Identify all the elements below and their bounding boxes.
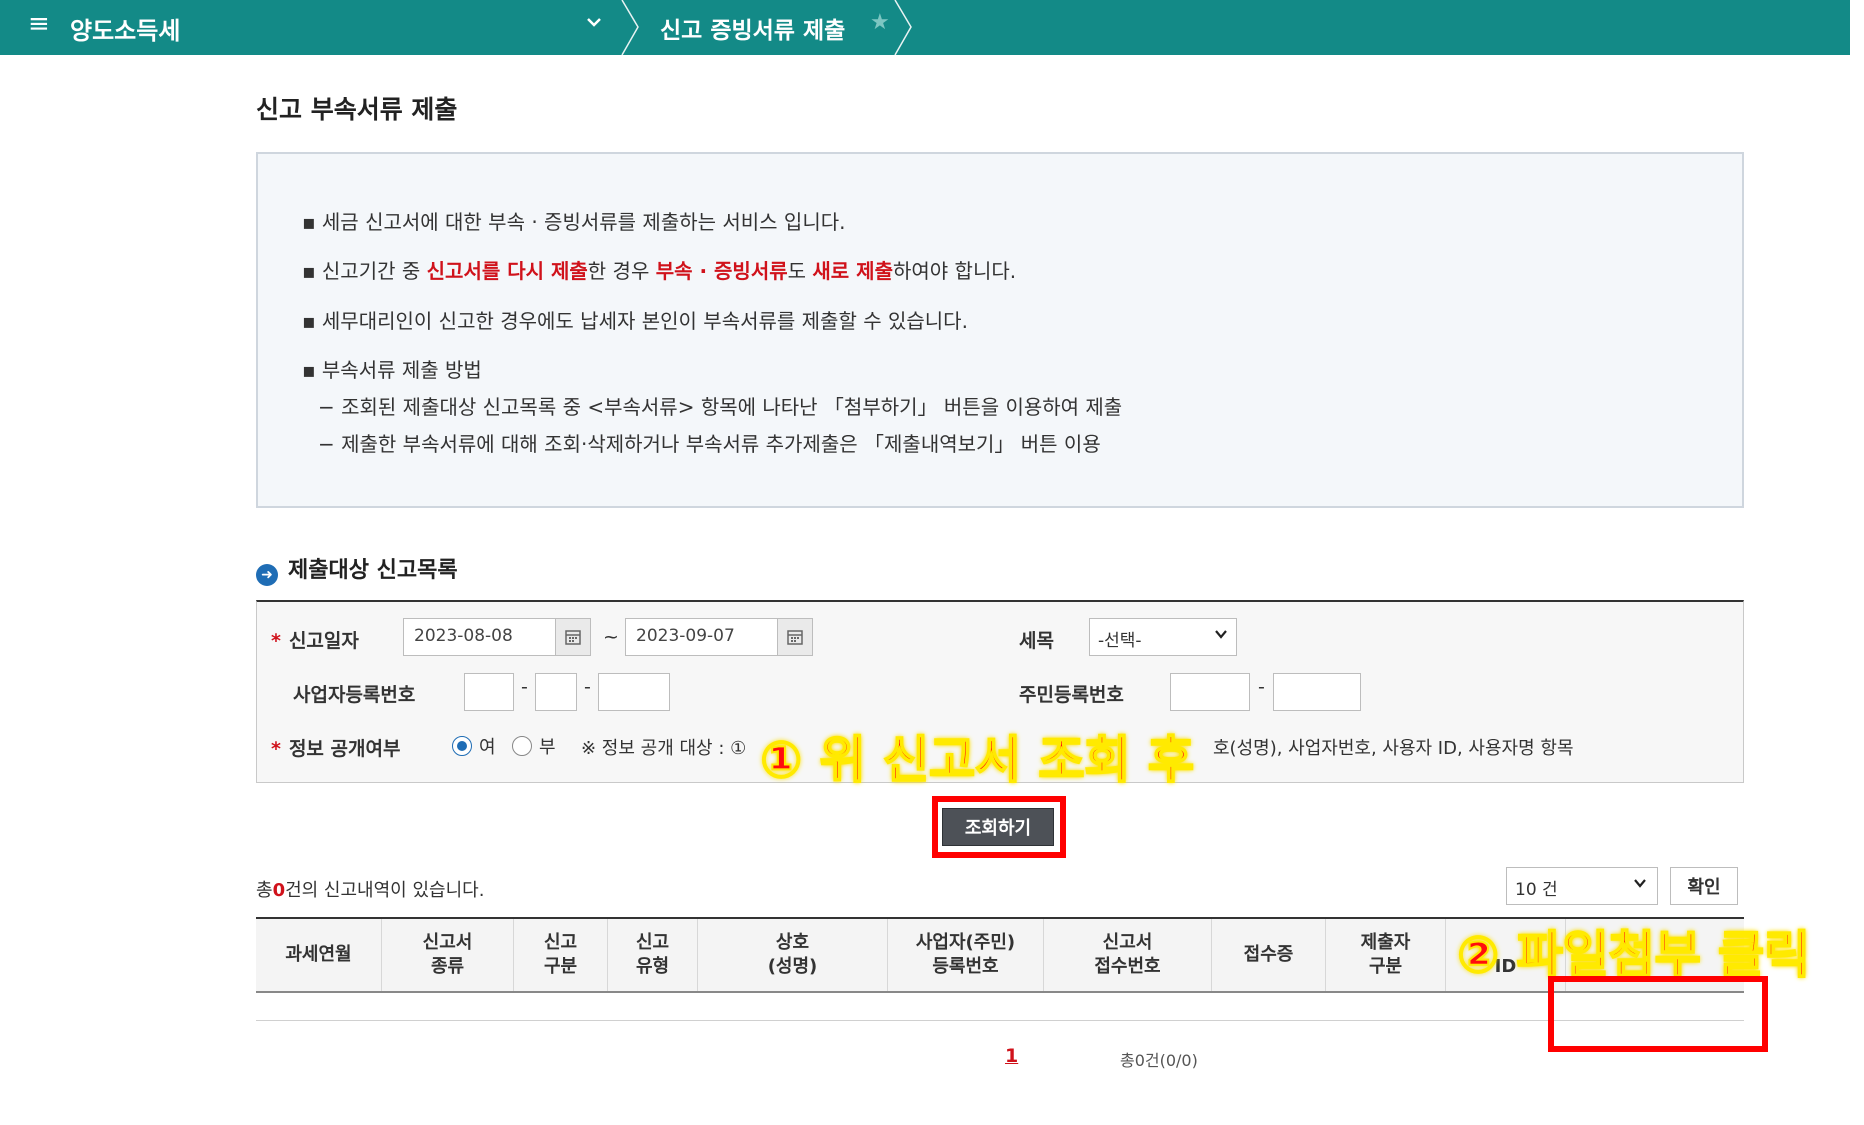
table-empty-row: [256, 1020, 1744, 1021]
attach-file-highlight: [1548, 976, 1768, 1052]
confirm-button[interactable]: 확인: [1670, 867, 1738, 905]
info-line: ▪ 세무대리인이 신고한 경우에도 납세자 본인이 부속서류를 제출할 수 있습…: [302, 309, 968, 333]
column-header: 신고서 종류: [382, 919, 514, 991]
info-text: 하여야 합니다.: [892, 259, 1017, 283]
disclosure-label-text: 정보 공개여부: [288, 738, 401, 760]
resident-number-part2-input[interactable]: [1273, 673, 1361, 711]
top-navigation-bar: ≡ 양도소득세 신고 증빙서류 제출 ★: [0, 0, 1850, 56]
disclosure-notice-end: 호(성명), 사업자번호, 사용자 ID, 사용자명 항목: [1213, 738, 1574, 759]
tax-type-select[interactable]: -선택-: [1089, 618, 1237, 656]
arrow-bullet-icon: ➜: [256, 564, 278, 586]
chevron-down-icon: [1633, 876, 1647, 894]
info-sub-line: − 조회된 제출대상 신고목록 중 <부속서류> 항목에 나타난 「첨부하기」 …: [318, 395, 1123, 419]
annotation-step1: ① 위 신고서 조회 후: [759, 730, 1195, 790]
info-text: 도: [787, 259, 813, 283]
disclosure-yes-radio[interactable]: [452, 736, 472, 756]
result-count: 총0건의 신고내역이 있습니다.: [256, 876, 484, 902]
pagination-current-page[interactable]: 1: [1005, 1045, 1018, 1067]
dash-separator: -: [521, 676, 528, 698]
business-number-part3-input[interactable]: [598, 673, 670, 711]
info-line: ▪ 신고기간 중 신고서를 다시 제출한 경우 부속 · 증빙서류도 새로 제출…: [302, 255, 1016, 284]
breadcrumb-current-page[interactable]: 신고 증빙서류 제출: [660, 11, 845, 45]
info-text: 한 경우: [587, 259, 656, 283]
result-count-text: 총: [256, 880, 273, 901]
service-info-box: ▪ 세금 신고서에 대한 부속 · 증빙서류를 제출하는 서비스 입니다. ▪ …: [256, 152, 1744, 508]
date-label-text: 신고일자: [288, 630, 359, 652]
chevron-down-icon: [1214, 627, 1228, 645]
pagination-total: 총0건(0/0): [1120, 1051, 1198, 1070]
column-header: 신고 구분: [514, 919, 608, 991]
info-text: ▪ 신고기간 중: [302, 259, 427, 283]
info-sub-line: − 제출한 부속서류에 대해 조회·삭제하거나 부속서류 추가제출은 「제출내역…: [318, 432, 1101, 456]
info-highlight: 새로 제출: [812, 259, 893, 283]
required-mark: *: [271, 630, 281, 652]
disclosure-no-label[interactable]: 부: [539, 733, 556, 759]
page-size-value: 10 건: [1515, 880, 1558, 900]
disclosure-yes-label[interactable]: 여: [479, 733, 496, 759]
breadcrumb-separator: [893, 0, 913, 56]
result-count-text: 건의 신고내역이 있습니다.: [285, 880, 485, 901]
business-number-part2-input[interactable]: [535, 673, 577, 711]
column-header: 과세연월: [256, 919, 382, 991]
resident-number-label: 주민등록번호: [1019, 684, 1124, 706]
date-label: * 신고일자: [271, 626, 359, 653]
info-line: ▪ 세금 신고서에 대한 부속 · 증빙서류를 제출하는 서비스 입니다.: [302, 210, 846, 234]
column-header: 접수증: [1212, 919, 1326, 991]
date-range-tilde: ~: [603, 626, 619, 648]
column-header: 제출자 구분: [1326, 919, 1446, 991]
dash-separator: -: [1258, 676, 1265, 698]
required-mark: *: [271, 738, 281, 760]
breadcrumb-separator: [620, 0, 640, 56]
column-header: 신고서 접수번호: [1044, 919, 1212, 991]
favorite-star-icon[interactable]: ★: [870, 10, 890, 35]
resident-number-part1-input[interactable]: [1170, 673, 1250, 711]
chevron-down-icon[interactable]: [585, 12, 603, 37]
dash-separator: -: [584, 676, 591, 698]
disclosure-label: * 정보 공개여부: [271, 734, 400, 761]
result-count-number: 0: [272, 880, 286, 901]
date-to-input[interactable]: 2023-09-07: [625, 618, 778, 656]
hamburger-menu-icon[interactable]: ≡: [28, 11, 52, 37]
date-from-input[interactable]: 2023-08-08: [403, 618, 556, 656]
disclosure-no-radio[interactable]: [512, 736, 532, 756]
search-button[interactable]: 조회하기: [942, 808, 1054, 846]
info-highlight: 신고서를 다시 제출: [426, 259, 588, 283]
calendar-icon[interactable]: [555, 618, 591, 656]
tax-category-title[interactable]: 양도소득세: [70, 11, 180, 46]
tax-type-label: 세목: [1019, 630, 1054, 652]
page-title: 신고 부속서류 제출: [256, 95, 458, 124]
business-number-part1-input[interactable]: [464, 673, 514, 711]
info-line: ▪ 부속서류 제출 방법: [302, 358, 482, 382]
calendar-icon[interactable]: [777, 618, 813, 656]
column-header: 신고 유형: [608, 919, 698, 991]
column-header: 사업자(주민) 등록번호: [888, 919, 1044, 991]
column-header: 상호 (성명): [698, 919, 888, 991]
section-title-text: 제출대상 신고목록: [288, 558, 458, 583]
tax-type-selected: -선택-: [1098, 631, 1142, 651]
section-title: ➜ 제출대상 신고목록: [256, 552, 458, 586]
disclosure-notice-start: ※ 정보 공개 대상 : ①: [581, 738, 747, 759]
business-number-label: 사업자등록번호: [293, 684, 416, 706]
info-highlight: 부속 · 증빙서류: [655, 259, 788, 283]
page-size-select[interactable]: 10 건: [1506, 867, 1658, 905]
